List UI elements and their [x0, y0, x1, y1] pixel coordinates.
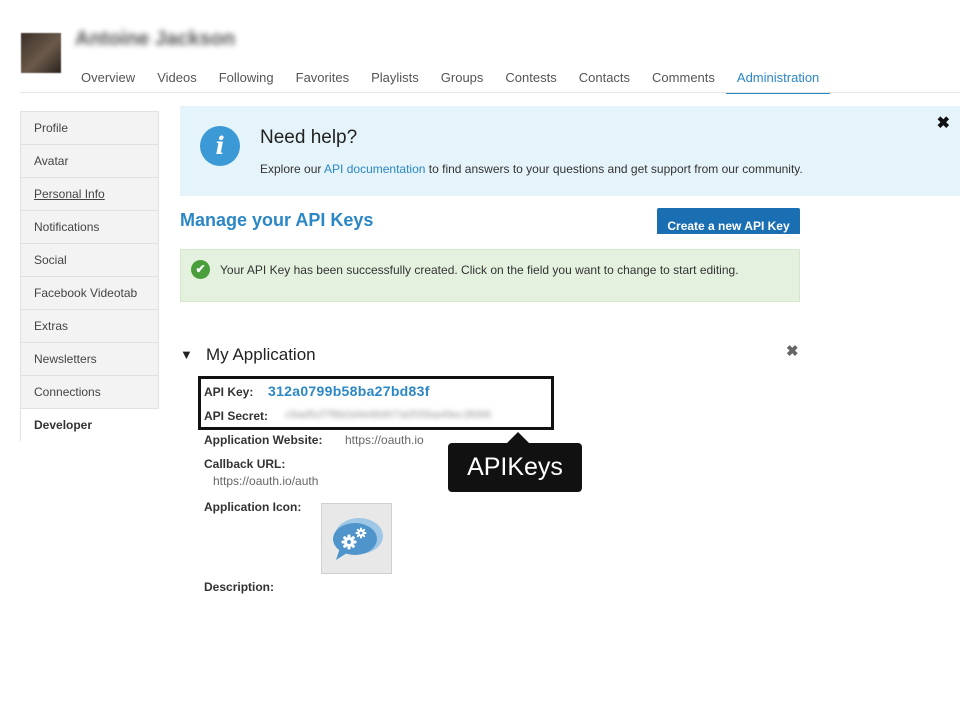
nav-tab-contests[interactable]: Contests — [494, 66, 567, 92]
apikeys-callout: APIKeys — [448, 443, 582, 492]
api-key-label: API Key: — [204, 385, 254, 399]
nav-tab-favorites[interactable]: Favorites — [285, 66, 360, 92]
help-panel: i Need help? Explore our API documentati… — [180, 106, 960, 196]
collapse-toggle-icon[interactable]: ▼ — [180, 347, 193, 362]
help-title: Need help? — [260, 127, 358, 148]
check-icon: ✔ — [191, 260, 210, 279]
success-alert: ✔ Your API Key has been successfully cre… — [180, 249, 800, 302]
api-secret-value[interactable]: c9ad5cf7f8b0d4e6b907a0f35ba49ec3fd96 — [285, 409, 491, 421]
sidebar-item-developer[interactable]: Developer — [20, 409, 159, 441]
application-name[interactable]: My Application — [206, 345, 316, 365]
nav-tab-administration[interactable]: Administration — [725, 66, 831, 94]
user-name[interactable]: Antoine Jackson — [75, 28, 235, 51]
application-website-label: Application Website: — [204, 433, 323, 447]
info-icon: i — [200, 126, 240, 166]
delete-application-icon[interactable]: ✖ — [786, 342, 799, 360]
nav-tab-videos[interactable]: Videos — [146, 66, 208, 92]
callback-url-label: Callback URL: — [204, 457, 286, 471]
nav-tab-following[interactable]: Following — [208, 66, 285, 92]
callout-arrow — [507, 432, 529, 443]
sidebar-item-connections[interactable]: Connections — [20, 376, 159, 409]
sidebar-item-avatar[interactable]: Avatar — [20, 145, 159, 178]
success-message: Your API Key has been successfully creat… — [220, 263, 739, 277]
api-secret-label: API Secret: — [204, 409, 269, 423]
sidebar-item-social[interactable]: Social — [20, 244, 159, 277]
application-icon[interactable] — [321, 503, 392, 574]
nav-tab-overview[interactable]: Overview — [70, 66, 146, 92]
callback-url-value[interactable]: https://oauth.io/auth — [213, 474, 318, 488]
sidebar-item-newsletters[interactable]: Newsletters — [20, 343, 159, 376]
sidebar-item-profile[interactable]: Profile — [20, 111, 159, 145]
description-label: Description: — [204, 580, 275, 594]
avatar[interactable] — [21, 33, 61, 73]
sidebar-item-facebook-videotab[interactable]: Facebook Videotab — [20, 277, 159, 310]
sidebar-item-personal-info[interactable]: Personal Info — [20, 178, 159, 211]
application-icon-label: Application Icon: — [204, 500, 302, 514]
close-icon[interactable]: ✖ — [937, 113, 950, 133]
chat-gears-icon — [333, 518, 383, 560]
nav-divider — [20, 92, 960, 93]
api-key-value[interactable]: 312a0799b58ba27bd83f — [268, 383, 430, 399]
sidebar: Profile Avatar Personal Info Notificatio… — [20, 111, 159, 441]
nav-tab-groups[interactable]: Groups — [430, 66, 495, 92]
help-text-after: to find answers to your questions and ge… — [425, 162, 803, 176]
sidebar-item-extras[interactable]: Extras — [20, 310, 159, 343]
help-text-before: Explore our — [260, 162, 325, 176]
nav-tab-comments[interactable]: Comments — [641, 66, 726, 92]
create-api-key-button[interactable]: Create a new API Key — [657, 208, 800, 234]
main-nav: Overview Videos Following Favorites Play… — [70, 66, 831, 94]
help-text: Explore our API documentation to find an… — [260, 162, 803, 176]
page-title: Manage your API Keys — [180, 210, 374, 230]
api-documentation-link[interactable]: API documentation — [324, 162, 425, 176]
application-website-value[interactable]: https://oauth.io — [345, 433, 424, 447]
sidebar-item-notifications[interactable]: Notifications — [20, 211, 159, 244]
nav-tab-contacts[interactable]: Contacts — [568, 66, 641, 92]
nav-tab-playlists[interactable]: Playlists — [360, 66, 430, 92]
